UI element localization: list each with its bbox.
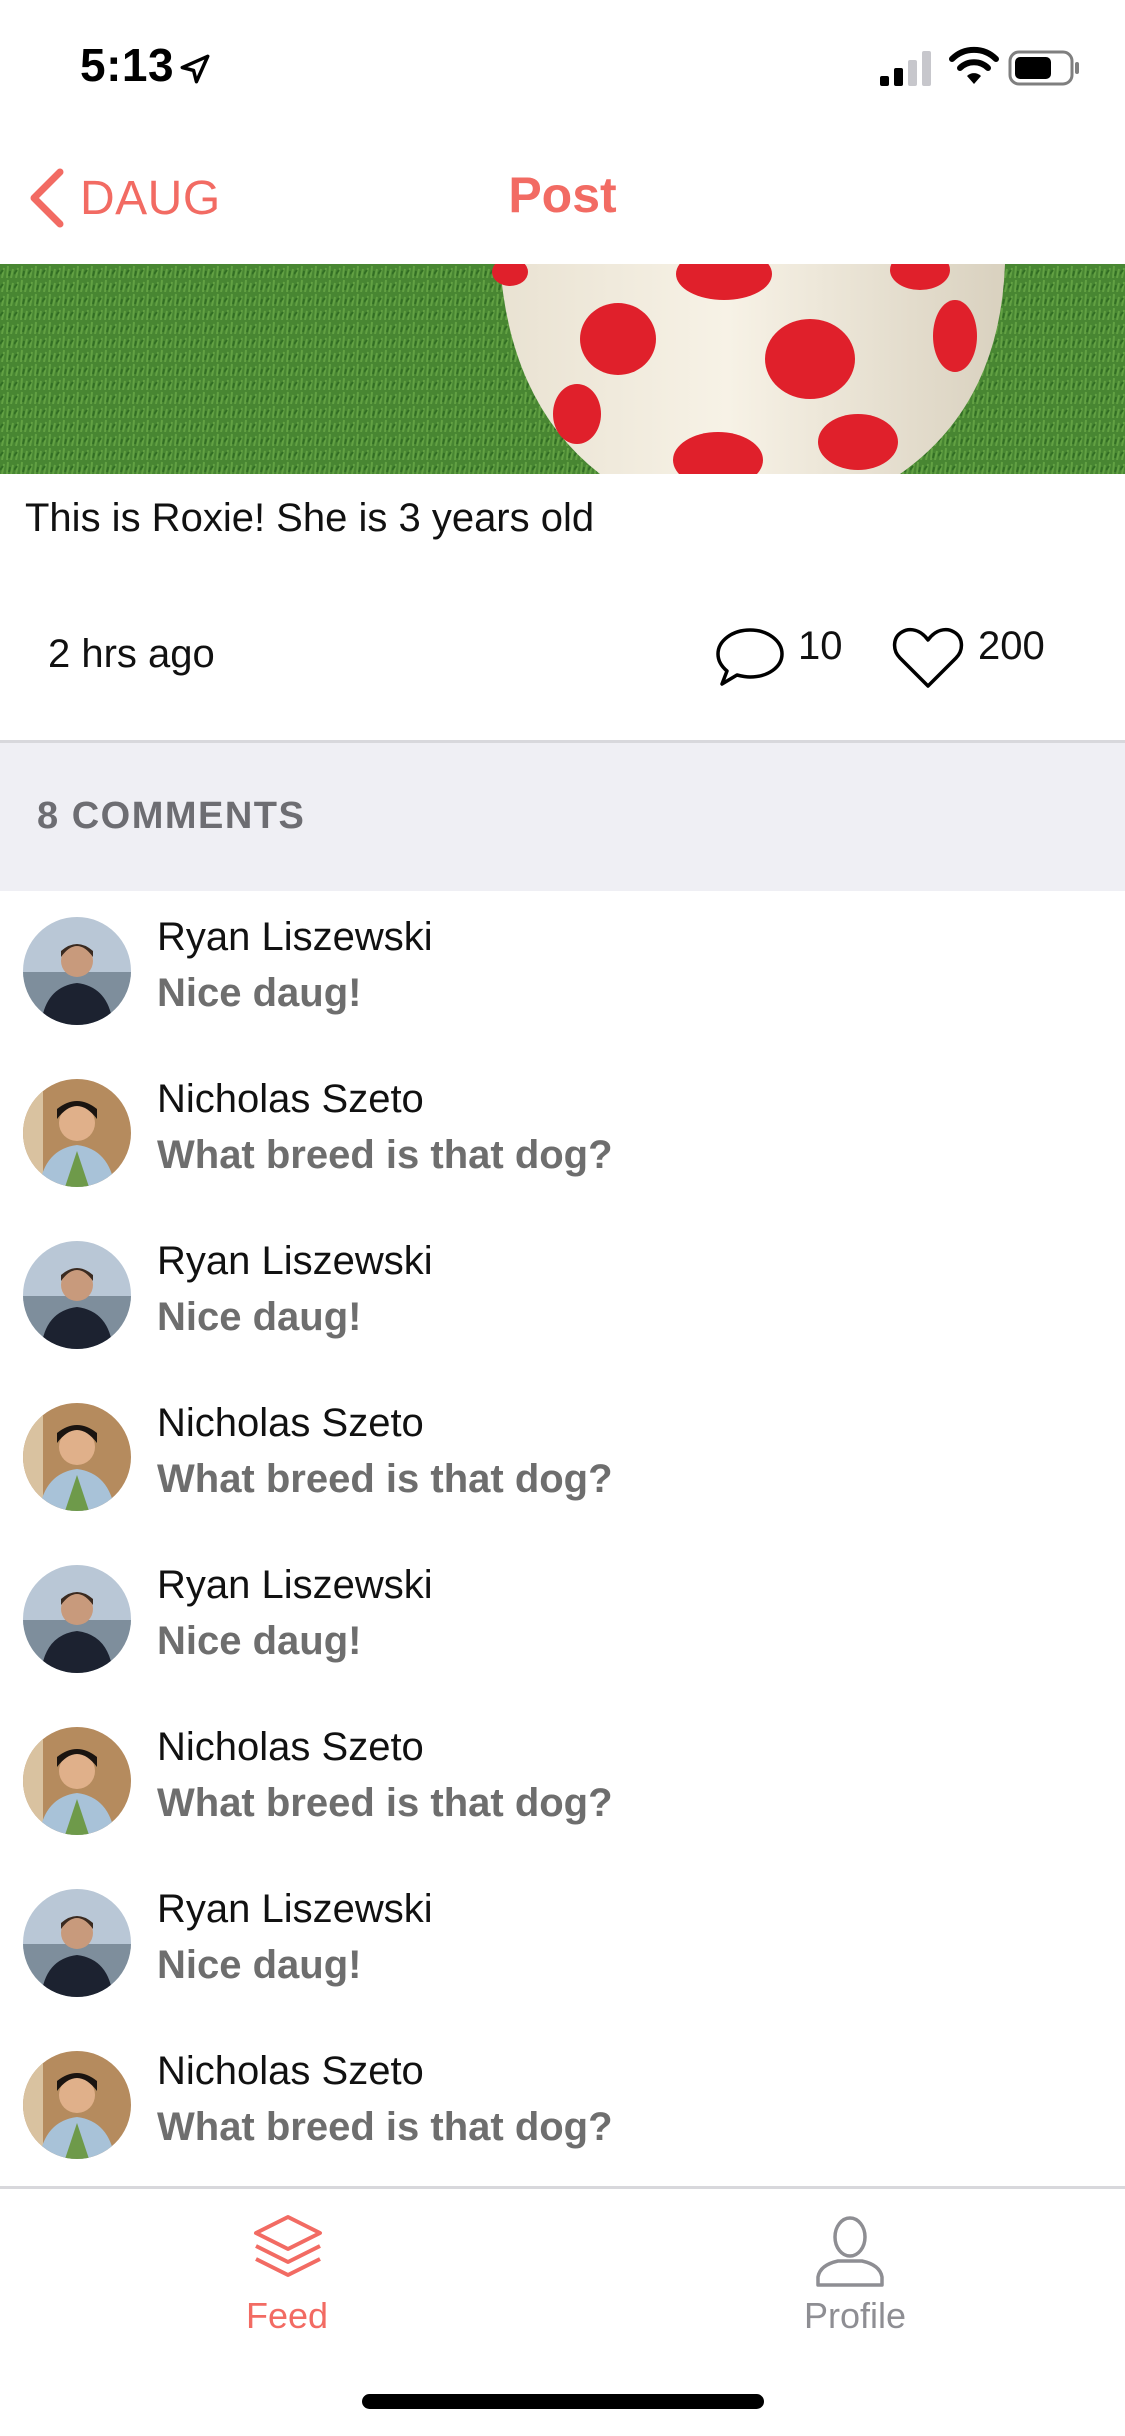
avatar[interactable] bbox=[23, 1565, 131, 1673]
cellular-signal-icon bbox=[880, 51, 931, 86]
avatar[interactable] bbox=[23, 1889, 131, 1997]
comment-text: What breed is that dog? bbox=[157, 1781, 613, 1825]
comment-item[interactable]: Nicholas Szeto What breed is that dog? bbox=[0, 1701, 1125, 1863]
post-photo bbox=[0, 264, 1125, 474]
comment-item[interactable]: Nicholas Szeto What breed is that dog? bbox=[0, 1053, 1125, 1215]
comments-section-header: 8 COMMENTS bbox=[0, 743, 1125, 891]
comment-author: Ryan Liszewski bbox=[157, 1887, 433, 1931]
comment-text: Nice daug! bbox=[157, 1943, 362, 1987]
status-bar: 5:13 bbox=[0, 0, 1125, 132]
comment-author: Nicholas Szeto bbox=[157, 1725, 424, 1769]
comments-button[interactable]: 10 bbox=[712, 622, 843, 692]
comment-author: Ryan Liszewski bbox=[157, 915, 433, 959]
like-count: 200 bbox=[978, 624, 1045, 668]
navigation-bar: DAUG Post bbox=[0, 132, 1125, 264]
comment-text: Nice daug! bbox=[157, 971, 362, 1015]
layers-icon bbox=[254, 2215, 322, 2277]
post-timestamp: 2 hrs ago bbox=[48, 632, 215, 676]
comments-count-label: 8 COMMENTS bbox=[37, 795, 306, 837]
battery-icon bbox=[1008, 50, 1079, 86]
post-meta: 2 hrs ago 10 200 bbox=[0, 600, 1125, 740]
heart-icon bbox=[892, 627, 964, 688]
page-title: Post bbox=[508, 167, 617, 223]
avatar[interactable] bbox=[23, 2051, 131, 2159]
comment-text: What breed is that dog? bbox=[157, 1133, 613, 1177]
tab-feed[interactable]: Feed bbox=[0, 2189, 562, 2359]
comment-author: Nicholas Szeto bbox=[157, 2049, 424, 2093]
comment-author: Nicholas Szeto bbox=[157, 1077, 424, 1121]
comments-list: Ryan Liszewski Nice daug! Nicholas Szeto… bbox=[0, 891, 1125, 2187]
comment-count: 10 bbox=[798, 624, 843, 668]
post-caption: This is Roxie! She is 3 years old bbox=[25, 496, 595, 540]
location-arrow-icon bbox=[180, 54, 210, 84]
comment-text: Nice daug! bbox=[157, 1619, 362, 1663]
tab-profile-label: Profile bbox=[803, 2295, 907, 2336]
comment-item[interactable]: Ryan Liszewski Nice daug! bbox=[0, 1863, 1125, 2025]
comment-text: What breed is that dog? bbox=[157, 2105, 613, 2149]
comment-author: Nicholas Szeto bbox=[157, 1401, 424, 1445]
person-icon bbox=[816, 2216, 884, 2287]
comment-text: What breed is that dog? bbox=[157, 1457, 613, 1501]
comment-item[interactable]: Ryan Liszewski Nice daug! bbox=[0, 1215, 1125, 1377]
comment-item[interactable]: Ryan Liszewski Nice daug! bbox=[0, 1539, 1125, 1701]
comment-author: Ryan Liszewski bbox=[157, 1563, 433, 1607]
comment-item[interactable]: Ryan Liszewski Nice daug! bbox=[0, 891, 1125, 1053]
avatar[interactable] bbox=[23, 1403, 131, 1511]
comment-item[interactable]: Nicholas Szeto What breed is that dog? bbox=[0, 2025, 1125, 2187]
like-button[interactable]: 200 bbox=[890, 622, 1045, 692]
comment-item[interactable]: Nicholas Szeto What breed is that dog? bbox=[0, 1377, 1125, 1539]
avatar[interactable] bbox=[23, 1241, 131, 1349]
speech-bubble-icon bbox=[716, 628, 784, 686]
avatar[interactable] bbox=[23, 1079, 131, 1187]
post-image[interactable] bbox=[0, 264, 1125, 474]
tab-profile[interactable]: Profile bbox=[562, 2189, 1124, 2359]
tab-feed-label: Feed bbox=[245, 2295, 329, 2336]
wifi-icon bbox=[949, 46, 999, 84]
avatar[interactable] bbox=[23, 1727, 131, 1835]
home-indicator bbox=[362, 2394, 764, 2409]
comment-text: Nice daug! bbox=[157, 1295, 362, 1339]
avatar[interactable] bbox=[23, 917, 131, 1025]
status-time: 5:13 bbox=[80, 39, 175, 91]
comment-author: Ryan Liszewski bbox=[157, 1239, 433, 1283]
